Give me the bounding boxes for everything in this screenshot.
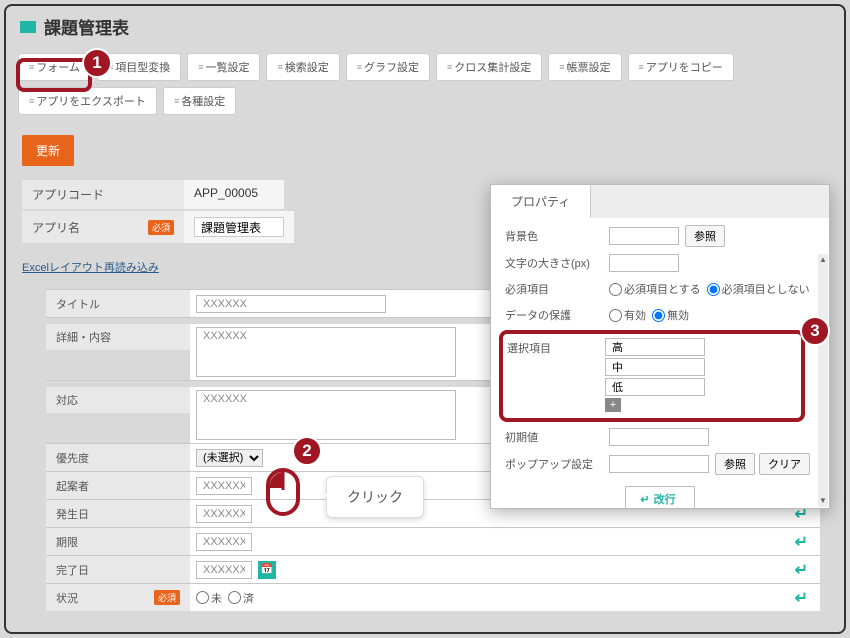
initval-label: 初期値: [505, 429, 609, 445]
step-badge-3: 3: [800, 316, 830, 346]
tab-export[interactable]: ≡アプリをエクスポート: [18, 87, 157, 115]
popup-browse-button[interactable]: 参照: [715, 453, 755, 475]
tab-graph[interactable]: ≡グラフ設定: [346, 53, 430, 81]
bgcolor-browse-button[interactable]: 参照: [685, 225, 725, 247]
fontsize-label: 文字の大きさ(px): [505, 255, 609, 271]
tab-list[interactable]: ≡一覧設定: [187, 53, 260, 81]
scroll-up-icon[interactable]: ▲: [818, 254, 828, 266]
tab-copy[interactable]: ≡アプリをコピー: [628, 53, 734, 81]
donedate-input[interactable]: [196, 561, 252, 579]
response-label: 対応: [46, 387, 190, 413]
detail-label: 詳細・内容: [46, 324, 190, 350]
priority-label: 優先度: [46, 444, 190, 471]
app-code-value: APP_00005: [184, 180, 284, 209]
required-opt2[interactable]: 必須項目としない: [707, 281, 810, 297]
required-badge: 必須: [148, 220, 174, 235]
donedate-label: 完了日: [46, 556, 190, 583]
return-icon: ↵: [795, 560, 808, 580]
startdate-label: 発生日: [46, 500, 190, 527]
deadline-label: 期限: [46, 528, 190, 555]
detail-textarea[interactable]: XXXXXX: [196, 327, 456, 377]
return-icon: ↵: [795, 532, 808, 552]
deadline-input[interactable]: [196, 533, 252, 551]
select-item-2[interactable]: [605, 378, 705, 396]
startdate-input[interactable]: [196, 505, 252, 523]
app-name-label: アプリ名 必須: [22, 211, 184, 243]
popup-clear-button[interactable]: クリア: [759, 453, 810, 475]
panel-tab-property[interactable]: プロパティ: [491, 185, 591, 218]
page-title: 課題管理表: [44, 14, 129, 39]
app-icon: [20, 21, 36, 33]
add-item-button[interactable]: +: [605, 398, 621, 412]
newline-button[interactable]: ↵改行: [625, 486, 694, 508]
data-opt2[interactable]: 無効: [652, 307, 689, 323]
requester-input[interactable]: [196, 477, 252, 495]
tab-settings[interactable]: ≡各種設定: [163, 87, 236, 115]
status-opt1[interactable]: 未: [196, 590, 222, 606]
required-badge: 必須: [154, 590, 180, 605]
step-badge-2: 2: [292, 436, 322, 466]
dataprotect-label: データの保護: [505, 307, 609, 323]
mouse-cursor-icon: [264, 466, 302, 523]
scroll-down-icon[interactable]: ▼: [818, 495, 828, 507]
reimport-link[interactable]: Excelレイアウト再読み込み: [22, 259, 159, 275]
panel-scrollbar[interactable]: ▲ ▼: [818, 254, 828, 507]
data-opt1[interactable]: 有効: [609, 307, 646, 323]
step-badge-1: 1: [82, 48, 112, 78]
select-item-1[interactable]: [605, 358, 705, 376]
tab-cross[interactable]: ≡クロス集計設定: [436, 53, 542, 81]
tab-form[interactable]: ≡フォーム: [18, 53, 91, 81]
click-tooltip: クリック: [326, 476, 424, 518]
select-items-label: 選択項目: [507, 338, 605, 412]
required-opt1[interactable]: 必須項目とする: [609, 281, 701, 297]
update-button[interactable]: 更新: [22, 135, 74, 166]
bgcolor-label: 背景色: [505, 228, 609, 244]
return-icon: ↵: [640, 494, 649, 506]
title-input[interactable]: [196, 295, 386, 313]
priority-select[interactable]: (未選択): [196, 449, 263, 467]
title-label: タイトル: [46, 290, 190, 317]
requester-label: 起案者: [46, 472, 190, 499]
return-icon: ↵: [795, 588, 808, 608]
required-label: 必須項目: [505, 281, 609, 297]
property-panel: プロパティ ▲ ▼ 背景色 参照 文字の大きさ(px) 必須項目 必須項目とする…: [490, 184, 830, 509]
tab-report[interactable]: ≡帳票設定: [548, 53, 621, 81]
bgcolor-input[interactable]: [609, 227, 679, 245]
status-label: 状況必須: [46, 584, 190, 611]
highlight-3: 選択項目 +: [499, 330, 805, 422]
fontsize-input[interactable]: [609, 254, 679, 272]
app-code-label: アプリコード: [22, 180, 184, 209]
calendar-icon[interactable]: 📅: [258, 561, 276, 579]
app-name-input[interactable]: [194, 217, 284, 237]
popup-label: ポップアップ設定: [505, 456, 609, 472]
select-item-0[interactable]: [605, 338, 705, 356]
response-textarea[interactable]: XXXXXX: [196, 390, 456, 440]
status-opt2[interactable]: 済: [228, 590, 254, 606]
tab-bar: ≡フォーム ≡項目型変換 ≡一覧設定 ≡検索設定 ≡グラフ設定 ≡クロス集計設定…: [6, 47, 844, 135]
tab-search[interactable]: ≡検索設定: [266, 53, 339, 81]
popup-input[interactable]: [609, 455, 709, 473]
initval-input[interactable]: [609, 428, 709, 446]
